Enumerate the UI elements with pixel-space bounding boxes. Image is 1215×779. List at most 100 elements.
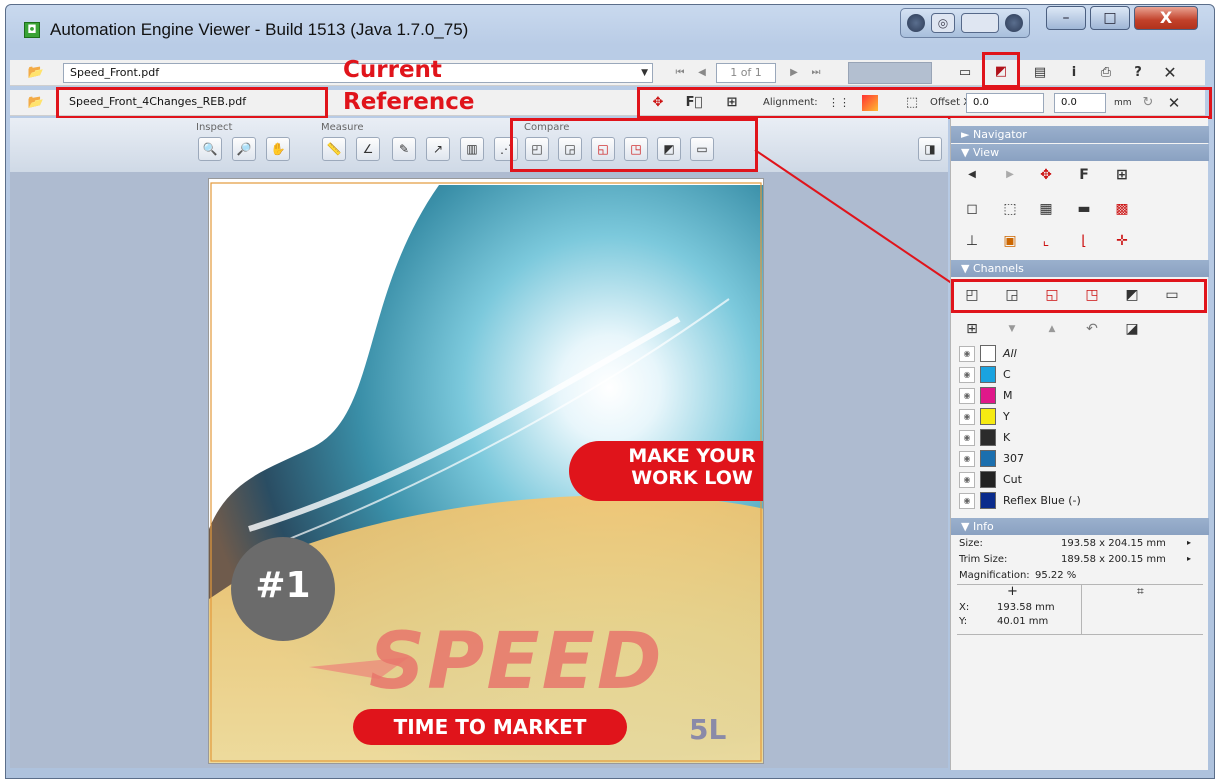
chevron-down-icon[interactable]: ▼ <box>641 64 648 82</box>
channel-row[interactable]: ◉ Y <box>959 407 1199 428</box>
eye-icon[interactable]: ◎ <box>931 13 955 33</box>
ruler-icon[interactable]: 📏 <box>322 137 346 161</box>
flip-horizontal-icon[interactable]: F⃞ <box>684 93 704 113</box>
channel-row[interactable]: ◉ C <box>959 365 1199 386</box>
fit-trim-icon[interactable]: ⬚ <box>999 198 1021 220</box>
channel-swatch[interactable] <box>980 429 996 446</box>
channel-swatch[interactable] <box>980 387 996 404</box>
compare-blink-icon[interactable]: ◳ <box>1081 284 1103 306</box>
view-header[interactable]: ▼ View <box>951 144 1209 161</box>
compare-blink-icon[interactable]: ◳ <box>624 137 648 161</box>
grid-icon[interactable]: ▩ <box>1111 198 1133 220</box>
channels-header[interactable]: ▼ Channels <box>951 260 1209 277</box>
report-icon[interactable]: ▤ <box>1030 63 1050 83</box>
fit-page-icon[interactable]: ◻ <box>961 198 983 220</box>
compare-reference-icon[interactable]: ◲ <box>558 137 582 161</box>
stamp-icon[interactable]: ⊥ <box>961 230 983 252</box>
zoom-out-icon[interactable]: 🔎 <box>232 137 256 161</box>
eye-icon[interactable]: ◉ <box>959 430 975 446</box>
color-diff-icon[interactable] <box>862 95 878 111</box>
offset-y-input[interactable]: 0.0 <box>1054 93 1106 113</box>
next-page-icon[interactable]: ▶ <box>784 63 804 83</box>
eye-icon[interactable]: ◉ <box>959 451 975 467</box>
channel-row[interactable]: ◉ 307 <box>959 449 1199 470</box>
back-icon[interactable]: ◀ <box>961 164 983 186</box>
viewer-icon[interactable]: ▭ <box>955 63 975 83</box>
alignment-grid-icon[interactable]: ⋮⋮ <box>828 93 850 113</box>
minimize-button[interactable]: – <box>1046 6 1086 30</box>
compare-overlay-icon[interactable]: ◩ <box>657 137 681 161</box>
channel-swatch[interactable] <box>980 345 996 362</box>
trim-menu-icon[interactable]: ▸ <box>1187 554 1191 563</box>
barcode-icon[interactable]: ▥ <box>460 137 484 161</box>
eye-icon[interactable]: ◉ <box>959 388 975 404</box>
crop-icon[interactable]: ⬚ <box>902 93 922 113</box>
compare-current-icon[interactable]: ◰ <box>961 284 983 306</box>
page-indicator[interactable]: 1 of 1 <box>716 63 776 83</box>
last-page-icon[interactable]: ⏭ <box>806 63 826 83</box>
maximize-button[interactable]: □ <box>1090 6 1130 30</box>
channel-swatch[interactable] <box>980 450 996 467</box>
forward-icon[interactable]: ▶ <box>999 164 1021 186</box>
target-icon[interactable]: ✥ <box>1035 164 1057 186</box>
align-target-icon[interactable]: ✥ <box>648 93 668 113</box>
info-icon[interactable]: i <box>1064 63 1084 83</box>
move-up-icon[interactable]: ▲ <box>1041 318 1063 340</box>
compare-split-icon[interactable]: ▭ <box>1161 284 1183 306</box>
info-header[interactable]: ▼ Info <box>951 518 1209 535</box>
open-folder-icon[interactable]: 📂 <box>26 63 46 83</box>
rotate-icon[interactable]: ⊞ <box>722 93 742 113</box>
reference-file-field[interactable]: Speed_Front_4Changes_REB.pdf <box>63 93 321 113</box>
move-down-icon[interactable]: ▼ <box>1001 318 1023 340</box>
close-icon[interactable]: ✕ <box>1160 63 1180 83</box>
compare-current-icon[interactable]: ◰ <box>525 137 549 161</box>
channel-row[interactable]: ◉ Reflex Blue (-) <box>959 491 1199 512</box>
flip-icon[interactable]: F <box>1073 164 1095 186</box>
eye-icon[interactable]: ◉ <box>959 409 975 425</box>
graph-icon[interactable]: ⌊ <box>1073 230 1095 252</box>
channel-swatch[interactable] <box>980 408 996 425</box>
channel-row[interactable]: ◉ Cut <box>959 470 1199 491</box>
compare-diff-icon[interactable]: ◱ <box>1041 284 1063 306</box>
record-icon[interactable] <box>907 14 925 32</box>
angle-icon[interactable]: ∠ <box>356 137 380 161</box>
open-folder-icon[interactable]: 📂 <box>26 93 46 113</box>
print-icon[interactable]: ⎙ <box>1096 63 1116 83</box>
eye-icon[interactable]: ◉ <box>959 346 975 362</box>
zoom-in-icon[interactable]: 🔍 <box>198 137 222 161</box>
layers-icon[interactable]: ▣ <box>999 230 1021 252</box>
document-page[interactable]: MAKE YOUR WORK LOW #1 SPEED TIME TO MARK… <box>208 178 764 764</box>
channel-swatch[interactable] <box>980 492 996 509</box>
densitometer-icon[interactable]: ✎ <box>392 137 416 161</box>
eye-icon[interactable]: ◉ <box>959 493 975 509</box>
help-icon[interactable]: ? <box>1128 63 1148 83</box>
channel-row[interactable]: ◉ M <box>959 386 1199 407</box>
channel-swatch[interactable] <box>980 471 996 488</box>
channel-row[interactable]: ◉ All <box>959 344 1199 365</box>
channel-swatch[interactable] <box>980 366 996 383</box>
print-preview-icon[interactable]: ▬ <box>1073 198 1095 220</box>
table-icon[interactable]: ⊞ <box>961 318 983 340</box>
compare-overlay-icon[interactable]: ◩ <box>1121 284 1143 306</box>
line-tool-icon[interactable]: ↗ <box>426 137 450 161</box>
hand-icon[interactable]: ✋ <box>266 137 290 161</box>
close-reference-icon[interactable]: ✕ <box>1164 93 1184 113</box>
eye-icon[interactable]: ◉ <box>959 472 975 488</box>
record-icon[interactable] <box>1005 14 1023 32</box>
eye-icon[interactable]: ◉ <box>959 367 975 383</box>
compare-reference-icon[interactable]: ◲ <box>1001 284 1023 306</box>
invert-icon[interactable]: ◪ <box>1121 318 1143 340</box>
crosshair-icon[interactable]: ✛ <box>1111 230 1133 252</box>
rotate-view-icon[interactable]: ⊞ <box>1111 164 1133 186</box>
undo-icon[interactable]: ↶ <box>1081 318 1103 340</box>
close-window-button[interactable]: X <box>1134 6 1198 30</box>
channel-row[interactable]: ◉ K <box>959 428 1199 449</box>
separations-icon[interactable]: ▦ <box>1035 198 1057 220</box>
first-page-icon[interactable]: ⏮ <box>670 63 690 83</box>
offset-x-input[interactable]: 0.0 <box>966 93 1044 113</box>
size-menu-icon[interactable]: ▸ <box>1187 538 1191 547</box>
reset-icon[interactable]: ↻ <box>1138 93 1158 113</box>
compare-diff-icon[interactable]: ◱ <box>591 137 615 161</box>
compare-split-icon[interactable]: ▭ <box>690 137 714 161</box>
screen-icon[interactable] <box>961 13 999 33</box>
